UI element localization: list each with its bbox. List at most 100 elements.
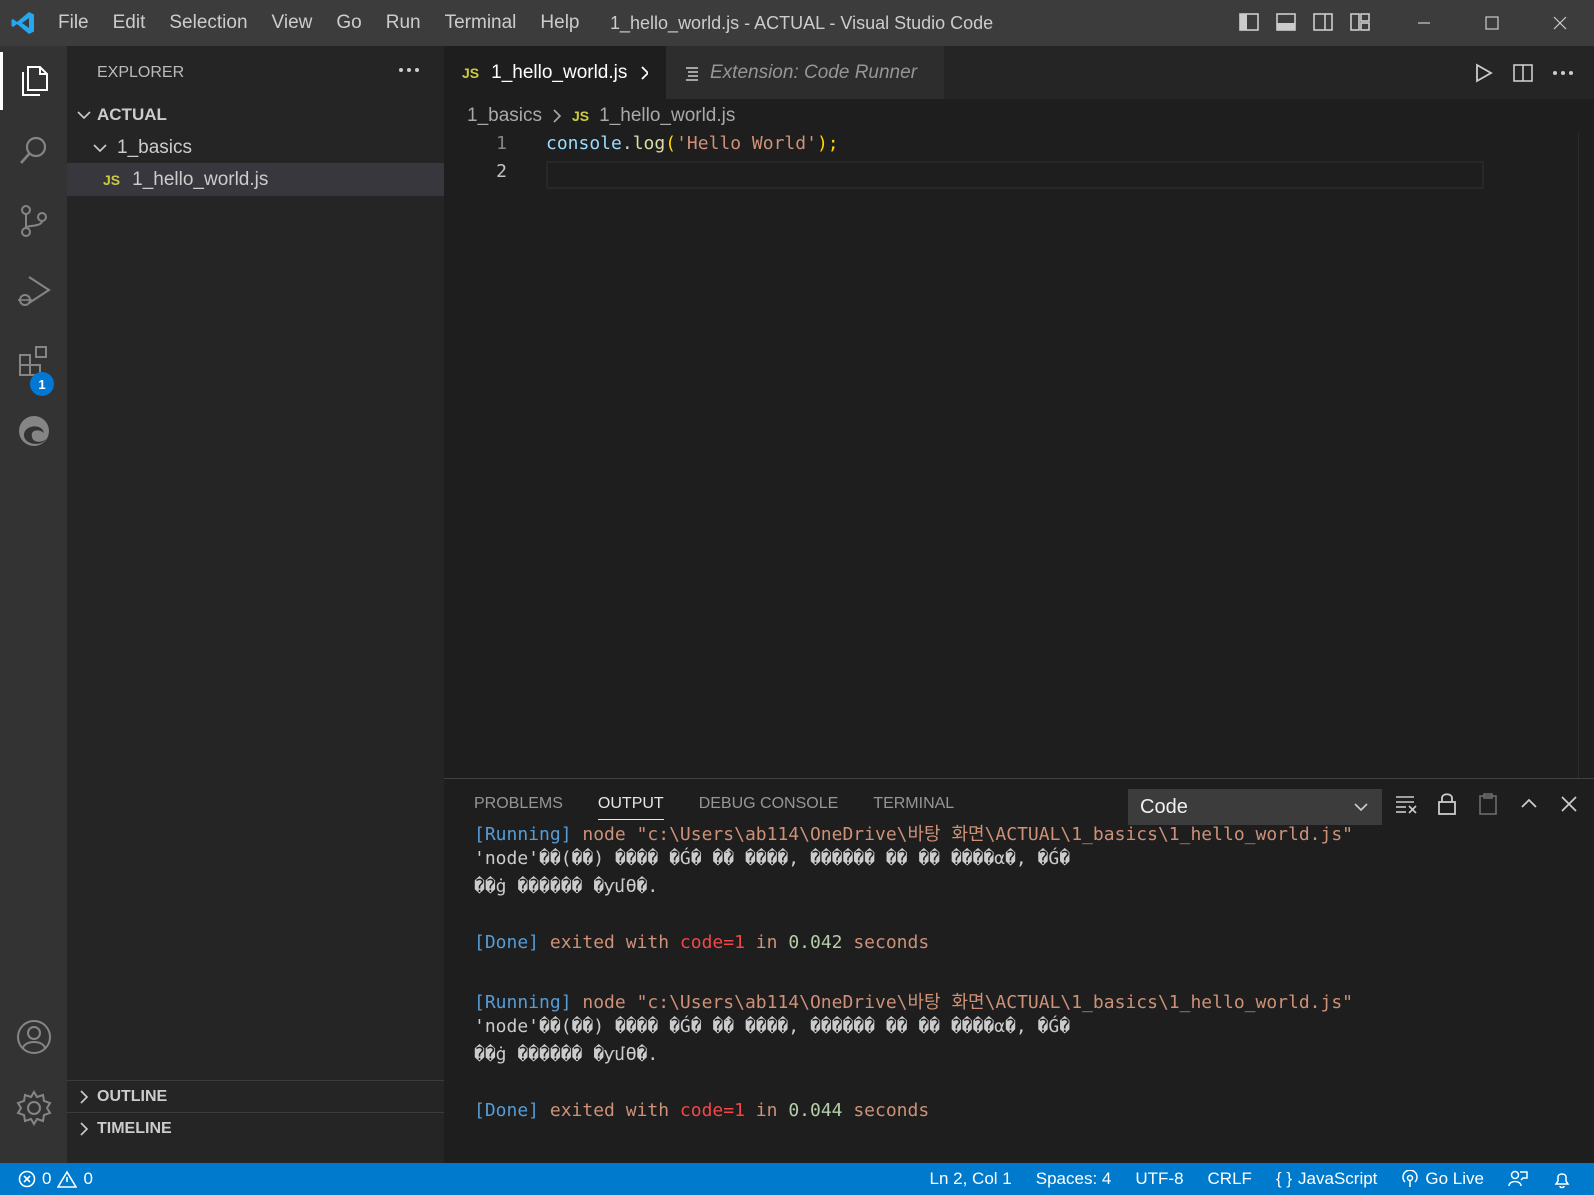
menu-edit[interactable]: Edit — [101, 0, 158, 46]
broadcast-icon — [1402, 1170, 1419, 1187]
tab-label: Extension: Code Runner — [710, 61, 918, 83]
exit-code: code=1 — [679, 1100, 745, 1121]
encoding[interactable]: UTF-8 — [1135, 1169, 1183, 1189]
output-line: 'node'��(��) ���� �Ǵ� �ܺ� ����, ������ �… — [474, 1016, 1071, 1037]
javascript-file-icon: JS — [462, 64, 480, 81]
end-of-line[interactable]: CRLF — [1208, 1169, 1252, 1189]
cursor-position[interactable]: Ln 2, Col 1 — [930, 1169, 1012, 1189]
code-editor[interactable]: 1 2 console.log('Hello World'); — [444, 133, 1594, 778]
lock-scroll-icon[interactable] — [1436, 792, 1458, 816]
extensions-badge: 1 — [30, 372, 54, 396]
maximize-panel-icon[interactable] — [1518, 793, 1540, 815]
line-number: 1 — [496, 133, 507, 154]
code-token: ); — [816, 133, 839, 154]
search-icon[interactable] — [0, 116, 67, 186]
tab-terminal[interactable]: TERMINAL — [873, 795, 954, 813]
error-count: 0 — [42, 1169, 52, 1188]
menu-view[interactable]: View — [260, 0, 325, 46]
language-mode[interactable]: { } JavaScript — [1276, 1169, 1377, 1189]
activity-bar: 1 — [0, 46, 67, 1163]
accounts-icon[interactable] — [0, 1002, 67, 1072]
output-line: ��ġ ������ �ƴմϴ�. — [474, 876, 659, 897]
menu-file[interactable]: File — [46, 0, 101, 46]
close-panel-icon[interactable] — [1558, 793, 1580, 815]
breadcrumb-folder[interactable]: 1_basics — [467, 105, 542, 127]
problems-status[interactable]: 0 0 — [18, 1163, 93, 1195]
tab-1-hello-world[interactable]: JS 1_hello_world.js — [444, 46, 666, 99]
done-tag: [Done] — [474, 1100, 540, 1121]
code-token: ( — [665, 133, 677, 154]
go-live-button[interactable]: Go Live — [1401, 1169, 1484, 1189]
file-1-hello-world[interactable]: JS 1_hello_world.js — [67, 163, 444, 196]
go-live-label: Go Live — [1425, 1169, 1484, 1188]
menu-selection[interactable]: Selection — [157, 0, 259, 46]
run-time: 0.044 — [788, 1100, 843, 1121]
chevron-right-icon — [553, 109, 562, 123]
toggle-secondary-sidebar-icon[interactable] — [1312, 11, 1334, 33]
toggle-panel-icon[interactable] — [1275, 11, 1297, 33]
code-token: 'Hello World' — [676, 133, 817, 154]
more-actions-icon[interactable] — [1552, 62, 1574, 84]
code-token: console — [546, 133, 622, 154]
workspace-root-label: ACTUAL — [97, 104, 167, 124]
clear-output-icon[interactable] — [1394, 793, 1418, 815]
tab-output[interactable]: OUTPUT — [597, 795, 664, 820]
breadcrumb-file[interactable]: 1_hello_world.js — [599, 105, 735, 127]
code-token: . — [621, 133, 633, 154]
maximize-button[interactable] — [1458, 0, 1526, 46]
output-line: 'node'��(��) ���� �Ǵ� �ܺ� ����, ������ �… — [474, 848, 1071, 869]
chevron-right-icon — [80, 1121, 89, 1136]
folder-1-basics[interactable]: 1_basics — [67, 131, 444, 164]
editor-tabs: JS 1_hello_world.js Extension: Code Runn… — [444, 46, 1594, 99]
run-code-icon[interactable] — [1472, 62, 1494, 84]
menu-go[interactable]: Go — [324, 0, 373, 46]
vscode-logo-icon — [0, 0, 46, 46]
explorer-header: EXPLORER — [97, 64, 185, 81]
output-line: [Running] node "c:\Users\ab114\OneDrive\… — [474, 820, 1353, 846]
indentation[interactable]: Spaces: 4 — [1036, 1169, 1112, 1189]
warning-icon — [57, 1170, 78, 1188]
close-icon[interactable] — [639, 64, 648, 82]
output-line: [Done] exited with code=1 in 0.044 secon… — [474, 1100, 929, 1121]
code-line-1[interactable]: console.log('Hello World'); — [546, 133, 839, 154]
chevron-down-icon — [93, 143, 107, 152]
in-text: in — [744, 932, 789, 953]
notifications-bell-icon[interactable] — [1552, 1169, 1572, 1189]
run-and-debug-icon[interactable] — [0, 256, 67, 326]
editor-scrollbar[interactable] — [1578, 133, 1594, 778]
tab-problems[interactable]: PROBLEMS — [474, 795, 563, 813]
close-window-button[interactable] — [1526, 0, 1594, 46]
outline-section[interactable]: OUTLINE — [67, 1080, 444, 1112]
workspace-root[interactable]: ACTUAL — [67, 98, 444, 131]
menu-terminal[interactable]: Terminal — [433, 0, 529, 46]
open-output-in-editor-icon[interactable] — [1476, 792, 1500, 816]
timeline-section[interactable]: TIMELINE — [67, 1112, 444, 1144]
source-control-icon[interactable] — [0, 186, 67, 256]
tab-label: 1_hello_world.js — [491, 61, 628, 83]
settings-gear-icon[interactable] — [0, 1073, 67, 1143]
menu-help[interactable]: Help — [528, 0, 591, 46]
explorer-icon[interactable] — [0, 46, 67, 116]
exit-code: code=1 — [679, 932, 745, 953]
chevron-down-icon — [77, 110, 91, 119]
more-actions-icon[interactable] — [397, 58, 421, 88]
split-editor-icon[interactable] — [1512, 62, 1534, 84]
javascript-file-icon: JS — [572, 108, 590, 124]
output-line: [Done] exited with code=1 in 0.042 secon… — [474, 932, 929, 953]
feedback-icon[interactable] — [1508, 1169, 1528, 1189]
menu-run[interactable]: Run — [374, 0, 433, 46]
customize-layout-icon[interactable] — [1349, 11, 1371, 33]
run-command: node "c:\Users\ab114\OneDrive\바탕 화면\ACTU… — [571, 824, 1354, 845]
current-line-highlight — [546, 161, 1484, 189]
menu-bar: File Edit Selection View Go Run Terminal… — [46, 0, 592, 46]
tab-extension-code-runner[interactable]: Extension: Code Runner — [666, 46, 944, 99]
edge-devtools-icon[interactable] — [0, 396, 67, 466]
minimize-button[interactable] — [1390, 0, 1458, 46]
error-icon — [18, 1170, 36, 1188]
preview-icon — [686, 66, 698, 81]
tab-debug-console[interactable]: DEBUG CONSOLE — [699, 795, 839, 813]
output-channel-value: Code — [1140, 795, 1188, 818]
code-token: log — [632, 133, 666, 154]
toggle-primary-sidebar-icon[interactable] — [1238, 11, 1260, 33]
window-title: 1_hello_world.js - ACTUAL - Visual Studi… — [610, 13, 994, 33]
